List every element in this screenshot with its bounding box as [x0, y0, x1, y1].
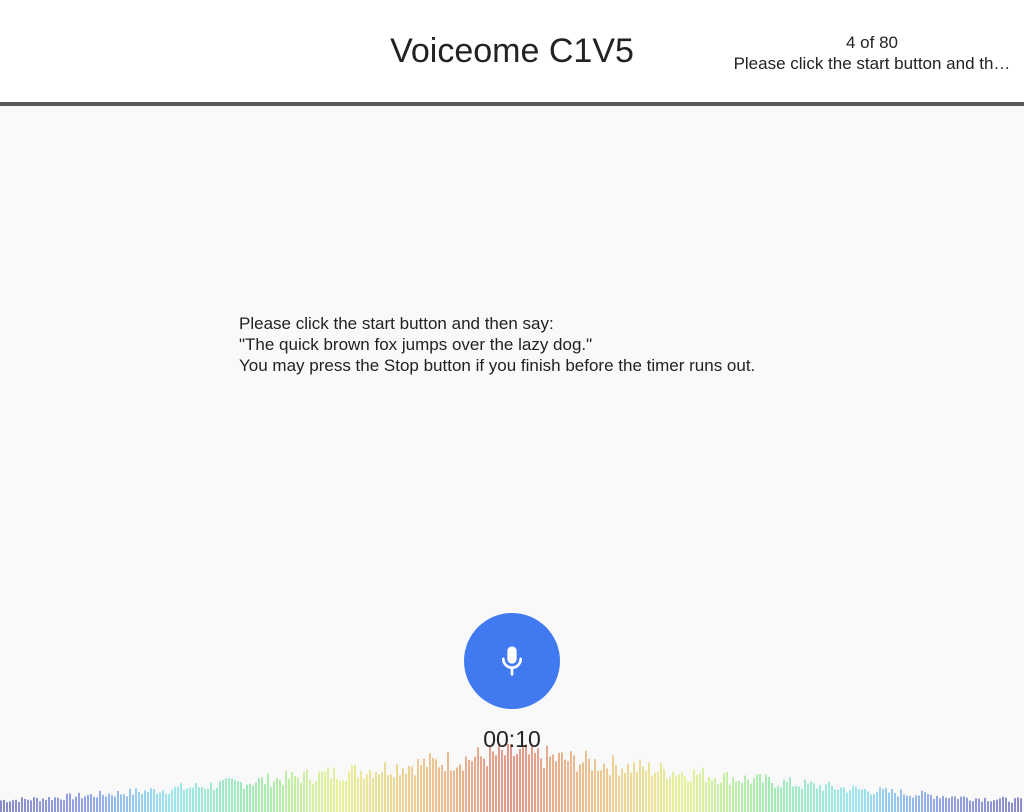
instruction-line: "The quick brown fox jumps over the lazy… [239, 335, 593, 354]
microphone-icon [496, 643, 528, 679]
progress-counter: 4 of 80 [846, 33, 898, 52]
current-step-title: Please click the start button and th… [733, 54, 1011, 73]
recording-timer: 00:10 [483, 726, 541, 752]
task-instructions: Please click the start button and then s… [239, 313, 755, 376]
record-button[interactable] [464, 613, 560, 709]
progress-indicator: 4 of 80 Please click the start button an… [724, 32, 1020, 74]
instruction-line: You may press the Stop button if you fin… [239, 356, 756, 375]
header-bar: Voiceome C1V5 4 of 80 Please click the s… [0, 0, 1024, 106]
instruction-line: Please click the start button and then s… [239, 314, 554, 333]
